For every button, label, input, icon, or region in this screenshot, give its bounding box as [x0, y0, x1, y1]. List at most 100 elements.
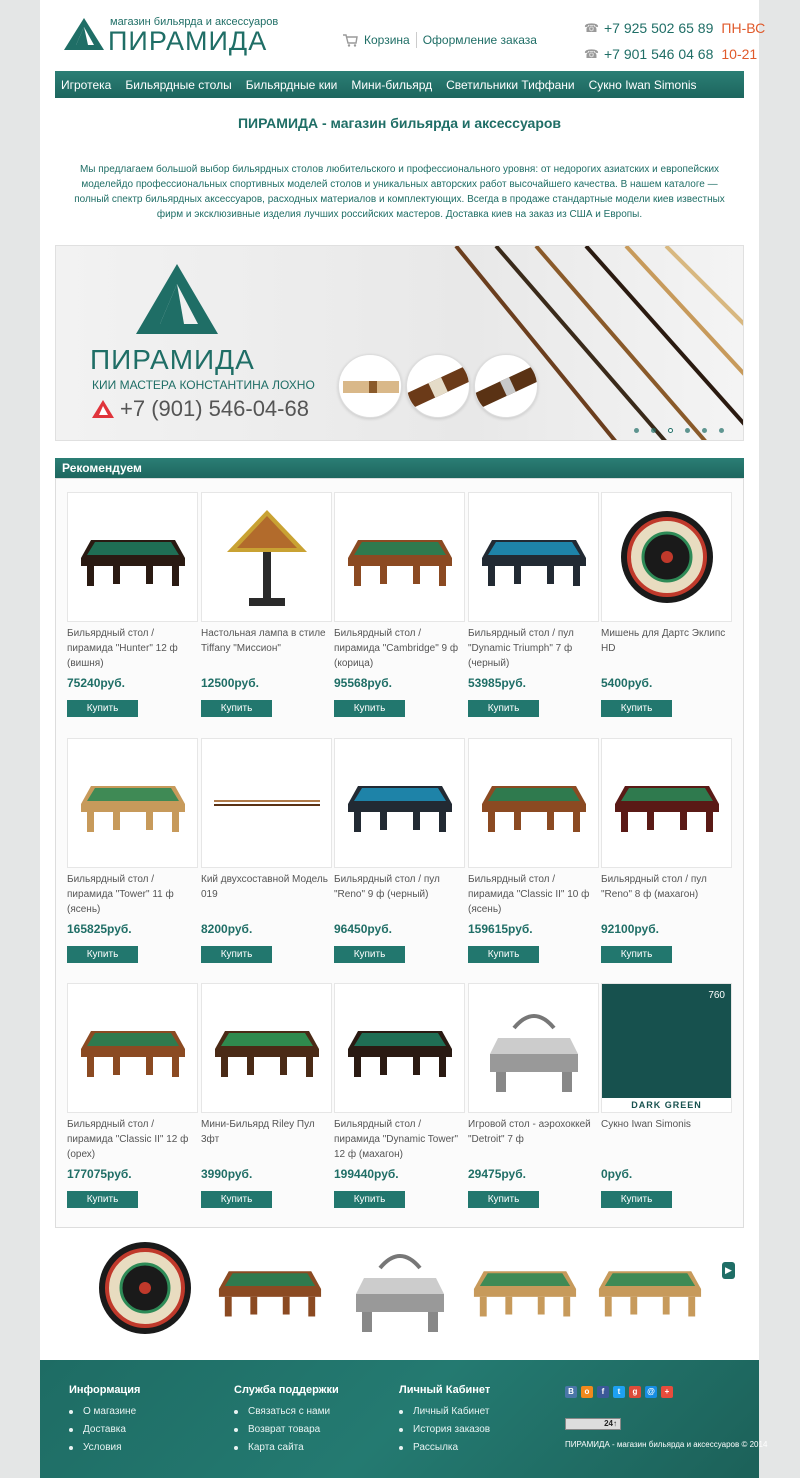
product-image[interactable] [601, 738, 732, 868]
product-name[interactable]: Бильярдный стол / пирамида "Hunter" 12 ф… [67, 626, 198, 671]
buy-button[interactable]: Купить [601, 1191, 672, 1208]
footer-link[interactable]: Рассылка [399, 1442, 490, 1453]
buy-button[interactable]: Купить [201, 946, 272, 963]
odnoklassniki-icon[interactable]: o [581, 1386, 593, 1398]
twitter-icon[interactable]: t [613, 1386, 625, 1398]
product-image[interactable] [334, 983, 465, 1113]
mail-icon[interactable]: @ [645, 1386, 657, 1398]
product-image[interactable]: 760 DARK GREEN [601, 983, 732, 1113]
product-image[interactable] [601, 492, 732, 622]
product-image[interactable] [201, 492, 332, 622]
product-name[interactable]: Игровой стол - аэрохоккей "Detroit" 7 ф [468, 1117, 599, 1147]
slider-dot[interactable] [634, 428, 639, 433]
buy-button[interactable]: Купить [468, 1191, 539, 1208]
product-image[interactable] [201, 983, 332, 1113]
footer-link[interactable]: Возврат товара [234, 1424, 339, 1435]
buy-button[interactable]: Купить [67, 1191, 138, 1208]
carousel-item[interactable] [345, 1238, 455, 1338]
footer-link[interactable]: Карта сайта [234, 1442, 339, 1453]
product-name[interactable]: Мини-Бильярд Riley Пул 3фт [201, 1117, 332, 1147]
product-name[interactable]: Бильярдный стол / пирамида "Tower" 11 ф … [67, 872, 198, 917]
slider-dot-active[interactable] [668, 428, 673, 433]
slider-dot[interactable] [702, 428, 707, 433]
google-plus-icon[interactable]: g [629, 1386, 641, 1398]
footer-link[interactable]: История заказов [399, 1424, 490, 1435]
promo-banner[interactable]: ПИРАМИДА КИИ МАСТЕРА КОНСТАНТИНА ЛОХНО +… [55, 245, 744, 441]
product-name[interactable]: Бильярдный стол / пирамида "Classic II" … [468, 872, 599, 917]
product-card[interactable]: Мишень для Дартс Эклипс HD 5400руб. Купить [601, 492, 732, 732]
buy-button[interactable]: Купить [334, 1191, 405, 1208]
facebook-icon[interactable]: f [597, 1386, 609, 1398]
carousel-next-button[interactable]: ▶ [722, 1262, 735, 1279]
nav-item-simonis-cloth[interactable]: Сукно Iwan Simonis [589, 78, 697, 92]
product-card[interactable]: Бильярдный стол / пирамида "Classic II" … [468, 738, 599, 978]
product-card[interactable]: Бильярдный стол / пирамида "Hunter" 12 ф… [67, 492, 198, 732]
product-image[interactable] [468, 492, 599, 622]
slider-dot[interactable] [719, 428, 724, 433]
buy-button[interactable]: Купить [201, 700, 272, 717]
product-card[interactable]: Игровой стол - аэрохоккей "Detroit" 7 ф 2… [468, 983, 599, 1223]
more-icon[interactable]: + [661, 1386, 673, 1398]
carousel-item[interactable] [90, 1233, 200, 1343]
logo[interactable]: магазин бильярда и аксессуаров ПИРАМИДА [64, 14, 284, 56]
product-card[interactable]: Мини-Бильярд Riley Пул 3фт 3990руб. Купить [201, 983, 332, 1223]
footer-link[interactable]: О магазине [69, 1406, 140, 1417]
nav-item-billiard-tables[interactable]: Бильярдные столы [125, 78, 231, 92]
product-card[interactable]: Кий двухсоставной Модель 019 8200руб. Купи… [201, 738, 332, 978]
phone-number[interactable]: +7 925 502 65 89 [604, 20, 713, 36]
product-card[interactable]: Бильярдный стол / пирамида "Cambridge" 9… [334, 492, 465, 732]
buy-button[interactable]: Купить [601, 700, 672, 717]
slider-dot[interactable] [685, 428, 690, 433]
buy-button[interactable]: Купить [468, 700, 539, 717]
buy-button[interactable]: Купить [468, 946, 539, 963]
buy-button[interactable]: Купить [334, 700, 405, 717]
product-image[interactable] [334, 738, 465, 868]
product-card[interactable]: Бильярдный стол / пирамида "Classic II" … [67, 983, 198, 1223]
nav-item-billiard-cues[interactable]: Бильярдные кии [246, 78, 338, 92]
buy-button[interactable]: Купить [334, 946, 405, 963]
buy-button[interactable]: Купить [67, 946, 138, 963]
product-card[interactable]: Бильярдный стол / пирамида "Dynamic Towe… [334, 983, 465, 1223]
slider-dot[interactable] [651, 428, 656, 433]
product-name[interactable]: Сукно Iwan Simonis [601, 1117, 732, 1132]
product-card[interactable]: Бильярдный стол / пул "Reno" 8 ф (махаго… [601, 738, 732, 978]
product-image[interactable] [67, 983, 198, 1113]
product-image[interactable] [468, 983, 599, 1113]
cart-link[interactable]: Корзина [364, 33, 410, 47]
footer-link[interactable]: Связаться с нами [234, 1406, 339, 1417]
product-image[interactable] [334, 492, 465, 622]
product-image[interactable] [468, 738, 599, 868]
nav-item-igroteka[interactable]: Игротека [61, 78, 111, 92]
buy-button[interactable]: Купить [67, 700, 138, 717]
product-image[interactable] [201, 738, 332, 868]
footer-link[interactable]: Личный Кабинет [399, 1406, 490, 1417]
product-card[interactable]: Настольная лампа в стиле Tiffany "Миссио… [201, 492, 332, 732]
visit-counter[interactable]: 24↑ [565, 1418, 621, 1430]
product-name[interactable]: Бильярдный стол / пирамида "Dynamic Towe… [334, 1117, 465, 1162]
footer-link[interactable]: Доставка [69, 1424, 140, 1435]
product-image[interactable] [67, 492, 198, 622]
checkout-link[interactable]: Оформление заказа [423, 33, 537, 47]
buy-button[interactable]: Купить [201, 1191, 272, 1208]
carousel-item[interactable] [595, 1238, 705, 1338]
product-card[interactable]: Бильярдный стол / пирамида "Tower" 11 ф … [67, 738, 198, 978]
product-name[interactable]: Бильярдный стол / пул "Reno" 9 ф (черный… [334, 872, 465, 902]
product-image[interactable] [67, 738, 198, 868]
product-name[interactable]: Бильярдный стол / пирамида "Cambridge" 9… [334, 626, 465, 671]
carousel-item[interactable] [470, 1238, 580, 1338]
product-card[interactable]: Бильярдный стол / пул "Dynamic Triumph" … [468, 492, 599, 732]
product-name[interactable]: Мишень для Дартс Эклипс HD [601, 626, 732, 656]
footer-link[interactable]: Условия [69, 1442, 140, 1453]
product-card[interactable]: Бильярдный стол / пул "Reno" 9 ф (черный… [334, 738, 465, 978]
product-name[interactable]: Бильярдный стол / пул "Dynamic Triumph" … [468, 626, 599, 671]
product-name[interactable]: Настольная лампа в стиле Tiffany "Миссио… [201, 626, 332, 656]
product-name[interactable]: Кий двухсоставной Модель 019 [201, 872, 332, 902]
nav-item-tiffany-lamps[interactable]: Светильники Тиффани [446, 78, 575, 92]
buy-button[interactable]: Купить [601, 946, 672, 963]
nav-item-mini-billiard[interactable]: Мини-бильярд [351, 78, 432, 92]
product-name[interactable]: Бильярдный стол / пирамида "Classic II" … [67, 1117, 198, 1162]
product-name[interactable]: Бильярдный стол / пул "Reno" 8 ф (махаго… [601, 872, 732, 902]
phone-number[interactable]: +7 901 546 04 68 [604, 46, 713, 62]
vk-icon[interactable]: B [565, 1386, 577, 1398]
product-card[interactable]: 760 DARK GREEN Сукно Iwan Simonis 0руб. Купи… [601, 983, 732, 1223]
